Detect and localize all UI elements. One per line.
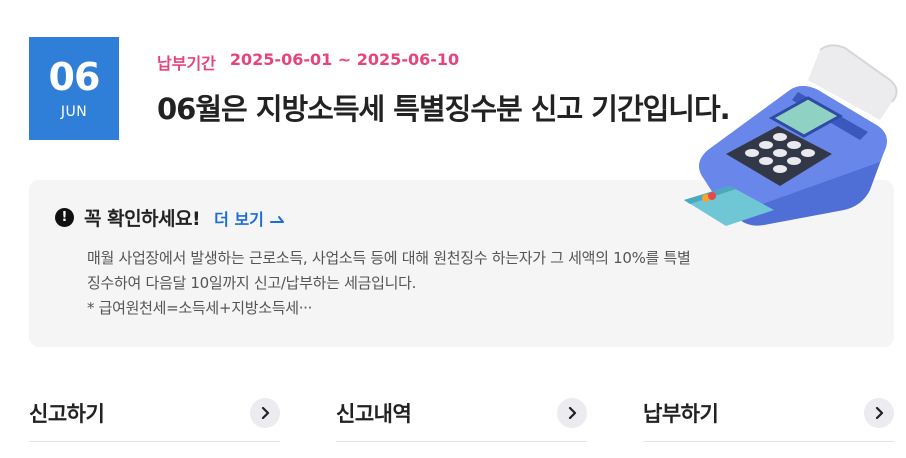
nav-file-return[interactable]: 신고하기 (29, 385, 280, 442)
notice-title: 꼭 확인하세요! (84, 208, 201, 230)
nav-cards: 신고하기 신고내역 납부하기 (29, 385, 894, 442)
date-month: JUN (60, 103, 88, 120)
date-day: 06 (48, 54, 101, 99)
nav-label: 신고하기 (29, 402, 105, 426)
chevron-right-icon[interactable] (864, 398, 894, 428)
notice-line: 징수하여 다음달 10일까지 신고/납부하는 세금입니다. (87, 274, 417, 292)
card-terminal-illustration (684, 44, 898, 226)
notice-line: 매월 사업장에서 발생하는 근로소득, 사업소득 등에 대해 원천징수 하는자가… (87, 249, 691, 267)
chevron-right-icon[interactable] (250, 398, 280, 428)
payment-period: 납부기간 2025-06-01 ~ 2025-06-10 (157, 50, 459, 74)
arrow-up-right-icon (269, 215, 284, 223)
notice-body: 매월 사업장에서 발생하는 근로소득, 사업소득 등에 대해 원천징수 하는자가… (87, 246, 847, 321)
exclamation-circle-icon: ! (55, 208, 74, 227)
more-link-label: 더 보기 (214, 209, 264, 229)
nav-label: 신고내역 (336, 402, 412, 426)
notice-line: * 급여원천세=소득세+지방소득세··· (87, 299, 313, 317)
more-link[interactable]: 더 보기 (214, 206, 286, 230)
nav-make-payment[interactable]: 납부하기 (643, 385, 894, 442)
nav-label: 납부하기 (643, 402, 719, 426)
period-label: 납부기간 (157, 54, 216, 73)
notice-header: ! 꼭 확인하세요! 더 보기 (55, 204, 286, 231)
date-badge: 06 JUN (29, 37, 119, 140)
nav-filing-history[interactable]: 신고내역 (336, 385, 587, 442)
chevron-right-icon[interactable] (557, 398, 587, 428)
period-range: 2025-06-01 ~ 2025-06-10 (229, 50, 460, 69)
page-title: 06월은 지방소득세 특별징수분 신고 기간입니다. (157, 92, 731, 126)
